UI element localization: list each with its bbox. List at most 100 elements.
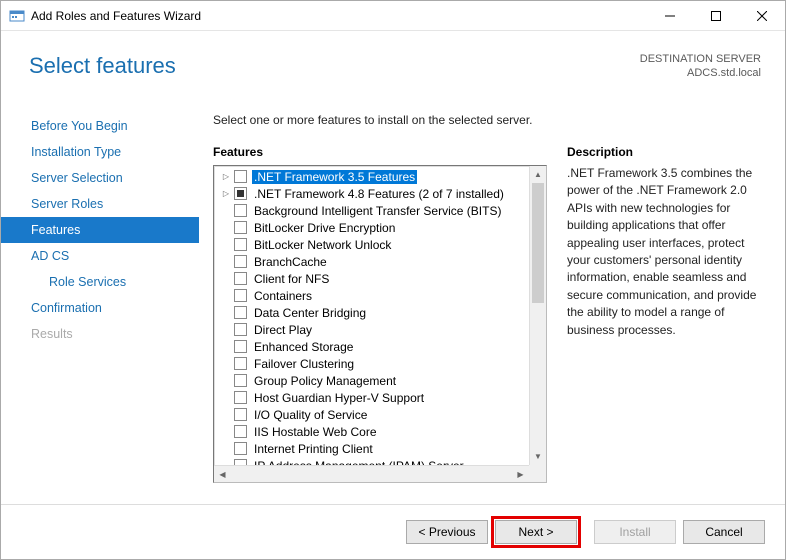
content-panels: Features ▷ .NET Framework 3.5 Features ▷ .N… (213, 145, 763, 496)
feature-label[interactable]: I/O Quality of Service (252, 408, 369, 422)
feature-row[interactable]: Data Center Bridging (214, 304, 529, 321)
feature-checkbox[interactable] (234, 306, 247, 319)
feature-row[interactable]: Failover Clustering (214, 355, 529, 372)
feature-label[interactable]: BranchCache (252, 255, 329, 269)
cancel-button[interactable]: Cancel (683, 520, 765, 544)
feature-label[interactable]: Client for NFS (252, 272, 331, 286)
nav-step[interactable]: AD CS (1, 243, 199, 269)
feature-checkbox[interactable] (234, 187, 247, 200)
feature-label[interactable]: Host Guardian Hyper-V Support (252, 391, 426, 405)
destination-server: ADCS.std.local (640, 66, 761, 80)
feature-checkbox[interactable] (234, 442, 247, 455)
feature-row[interactable]: Enhanced Storage (214, 338, 529, 355)
nav-step[interactable]: Installation Type (1, 139, 199, 165)
feature-checkbox[interactable] (234, 374, 247, 387)
nav-step[interactable]: Confirmation (1, 295, 199, 321)
instruction-text: Select one or more features to install o… (213, 113, 763, 127)
next-button[interactable]: Next > (495, 520, 577, 544)
feature-checkbox[interactable] (234, 340, 247, 353)
scroll-thumb[interactable] (532, 183, 544, 303)
nav-step[interactable]: Before You Begin (1, 113, 199, 139)
scroll-corner (529, 465, 546, 482)
feature-row[interactable]: Containers (214, 287, 529, 304)
features-listbox: ▷ .NET Framework 3.5 Features ▷ .NET Framew… (213, 165, 547, 483)
close-button[interactable] (739, 1, 785, 31)
wizard-nav: Before You BeginInstallation TypeServer … (1, 101, 199, 496)
feature-row[interactable]: Direct Play (214, 321, 529, 338)
feature-label[interactable]: Data Center Bridging (252, 306, 368, 320)
feature-checkbox[interactable] (234, 255, 247, 268)
feature-row[interactable]: IP Address Management (IPAM) Server (214, 457, 529, 465)
feature-row[interactable]: I/O Quality of Service (214, 406, 529, 423)
feature-checkbox[interactable] (234, 170, 247, 183)
feature-checkbox[interactable] (234, 357, 247, 370)
feature-row[interactable]: Host Guardian Hyper-V Support (214, 389, 529, 406)
wizard-window: Add Roles and Features Wizard Select fea… (0, 0, 786, 560)
scroll-down-icon[interactable]: ▼ (530, 448, 546, 465)
wizard-body: Before You BeginInstallation TypeServer … (1, 101, 785, 496)
destination-label: DESTINATION SERVER (640, 52, 761, 66)
feature-label[interactable]: Background Intelligent Transfer Service … (252, 204, 503, 218)
feature-checkbox[interactable] (234, 204, 247, 217)
feature-row[interactable]: Internet Printing Client (214, 440, 529, 457)
description-text: .NET Framework 3.5 combines the power of… (567, 165, 763, 339)
feature-row[interactable]: IIS Hostable Web Core (214, 423, 529, 440)
feature-label[interactable]: .NET Framework 3.5 Features (252, 170, 417, 184)
nav-step[interactable]: Server Selection (1, 165, 199, 191)
wizard-footer: < Previous Next > Install Cancel (1, 504, 785, 559)
features-panel: Features ▷ .NET Framework 3.5 Features ▷ .N… (213, 145, 547, 496)
description-title: Description (567, 145, 763, 159)
feature-row[interactable]: Group Policy Management (214, 372, 529, 389)
description-panel: Description .NET Framework 3.5 combines … (567, 145, 763, 496)
wizard-content: Select one or more features to install o… (199, 101, 785, 496)
expander-icon[interactable]: ▷ (220, 172, 232, 181)
feature-label[interactable]: BitLocker Network Unlock (252, 238, 393, 252)
feature-checkbox[interactable] (234, 221, 247, 234)
nav-step[interactable]: Features (1, 217, 199, 243)
maximize-button[interactable] (693, 1, 739, 31)
feature-row[interactable]: BitLocker Drive Encryption (214, 219, 529, 236)
feature-label[interactable]: IIS Hostable Web Core (252, 425, 379, 439)
install-button: Install (594, 520, 676, 544)
scroll-left-icon[interactable]: ◀ (214, 466, 231, 482)
destination-info: DESTINATION SERVER ADCS.std.local (640, 52, 761, 81)
feature-checkbox[interactable] (234, 323, 247, 336)
features-tree[interactable]: ▷ .NET Framework 3.5 Features ▷ .NET Framew… (214, 166, 529, 465)
nav-step: Results (1, 321, 199, 347)
feature-row[interactable]: BranchCache (214, 253, 529, 270)
feature-row[interactable]: BitLocker Network Unlock (214, 236, 529, 253)
feature-label[interactable]: Internet Printing Client (252, 442, 375, 456)
vertical-scrollbar[interactable]: ▲ ▼ (529, 166, 546, 465)
feature-label[interactable]: Group Policy Management (252, 374, 398, 388)
expander-icon[interactable]: ▷ (220, 189, 232, 198)
scroll-right-icon[interactable]: ▶ (512, 466, 529, 482)
feature-checkbox[interactable] (234, 272, 247, 285)
nav-step[interactable]: Server Roles (1, 191, 199, 217)
feature-label[interactable]: .NET Framework 4.8 Features (2 of 7 inst… (252, 187, 506, 201)
feature-checkbox[interactable] (234, 289, 247, 302)
feature-label[interactable]: Direct Play (252, 323, 314, 337)
previous-button[interactable]: < Previous (406, 520, 488, 544)
feature-checkbox[interactable] (234, 425, 247, 438)
nav-step[interactable]: Role Services (1, 269, 199, 295)
feature-checkbox[interactable] (234, 238, 247, 251)
feature-label[interactable]: Containers (252, 289, 314, 303)
minimize-button[interactable] (647, 1, 693, 31)
feature-label[interactable]: BitLocker Drive Encryption (252, 221, 397, 235)
page-title: Select features (29, 53, 176, 79)
scroll-up-icon[interactable]: ▲ (530, 166, 546, 183)
feature-label[interactable]: Failover Clustering (252, 357, 356, 371)
feature-row[interactable]: ▷ .NET Framework 4.8 Features (2 of 7 ins… (214, 185, 529, 202)
horizontal-scrollbar[interactable]: ◀ ▶ (214, 465, 529, 482)
feature-row[interactable]: Background Intelligent Transfer Service … (214, 202, 529, 219)
feature-row[interactable]: ▷ .NET Framework 3.5 Features (214, 168, 529, 185)
window-controls (647, 1, 785, 31)
feature-label[interactable]: Enhanced Storage (252, 340, 355, 354)
features-title: Features (213, 145, 547, 159)
app-icon (9, 8, 25, 24)
wizard-header: Select features DESTINATION SERVER ADCS.… (1, 31, 785, 101)
feature-checkbox[interactable] (234, 391, 247, 404)
feature-checkbox[interactable] (234, 408, 247, 421)
window-title: Add Roles and Features Wizard (31, 9, 201, 23)
feature-row[interactable]: Client for NFS (214, 270, 529, 287)
